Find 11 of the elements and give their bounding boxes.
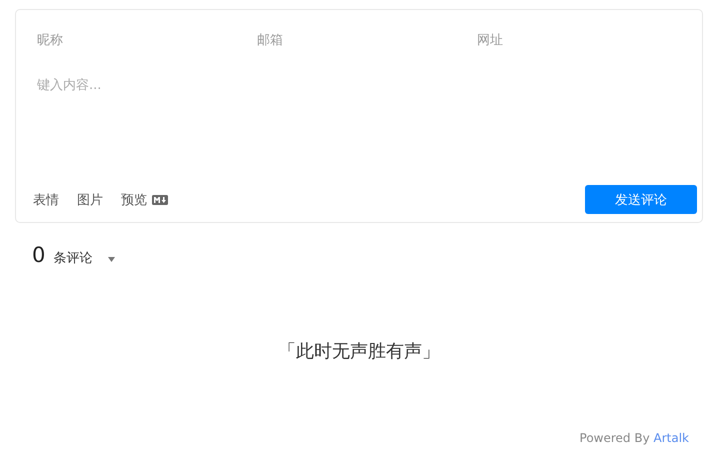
toolbar-action[interactable]: 图片 <box>77 190 103 208</box>
toolbar-action[interactable]: 表情 <box>33 190 59 208</box>
toolbar-action[interactable]: 预览 <box>121 190 147 208</box>
submit-button[interactable]: 发送评论 <box>585 185 697 214</box>
comment-count-label: 条评论 <box>53 250 92 267</box>
comment-count: 0 <box>32 243 46 267</box>
markdown-icon[interactable] <box>152 194 168 204</box>
comment-editor[interactable]: 昵称 邮箱 网址 键入内容... 表情 图片 预览 发送评论 <box>15 9 703 223</box>
empty-message: 「此时无声胜有声」 <box>278 341 440 362</box>
dropdown-caret-icon[interactable] <box>108 257 116 262</box>
footer-credit: Powered By Artalk <box>580 431 689 445</box>
